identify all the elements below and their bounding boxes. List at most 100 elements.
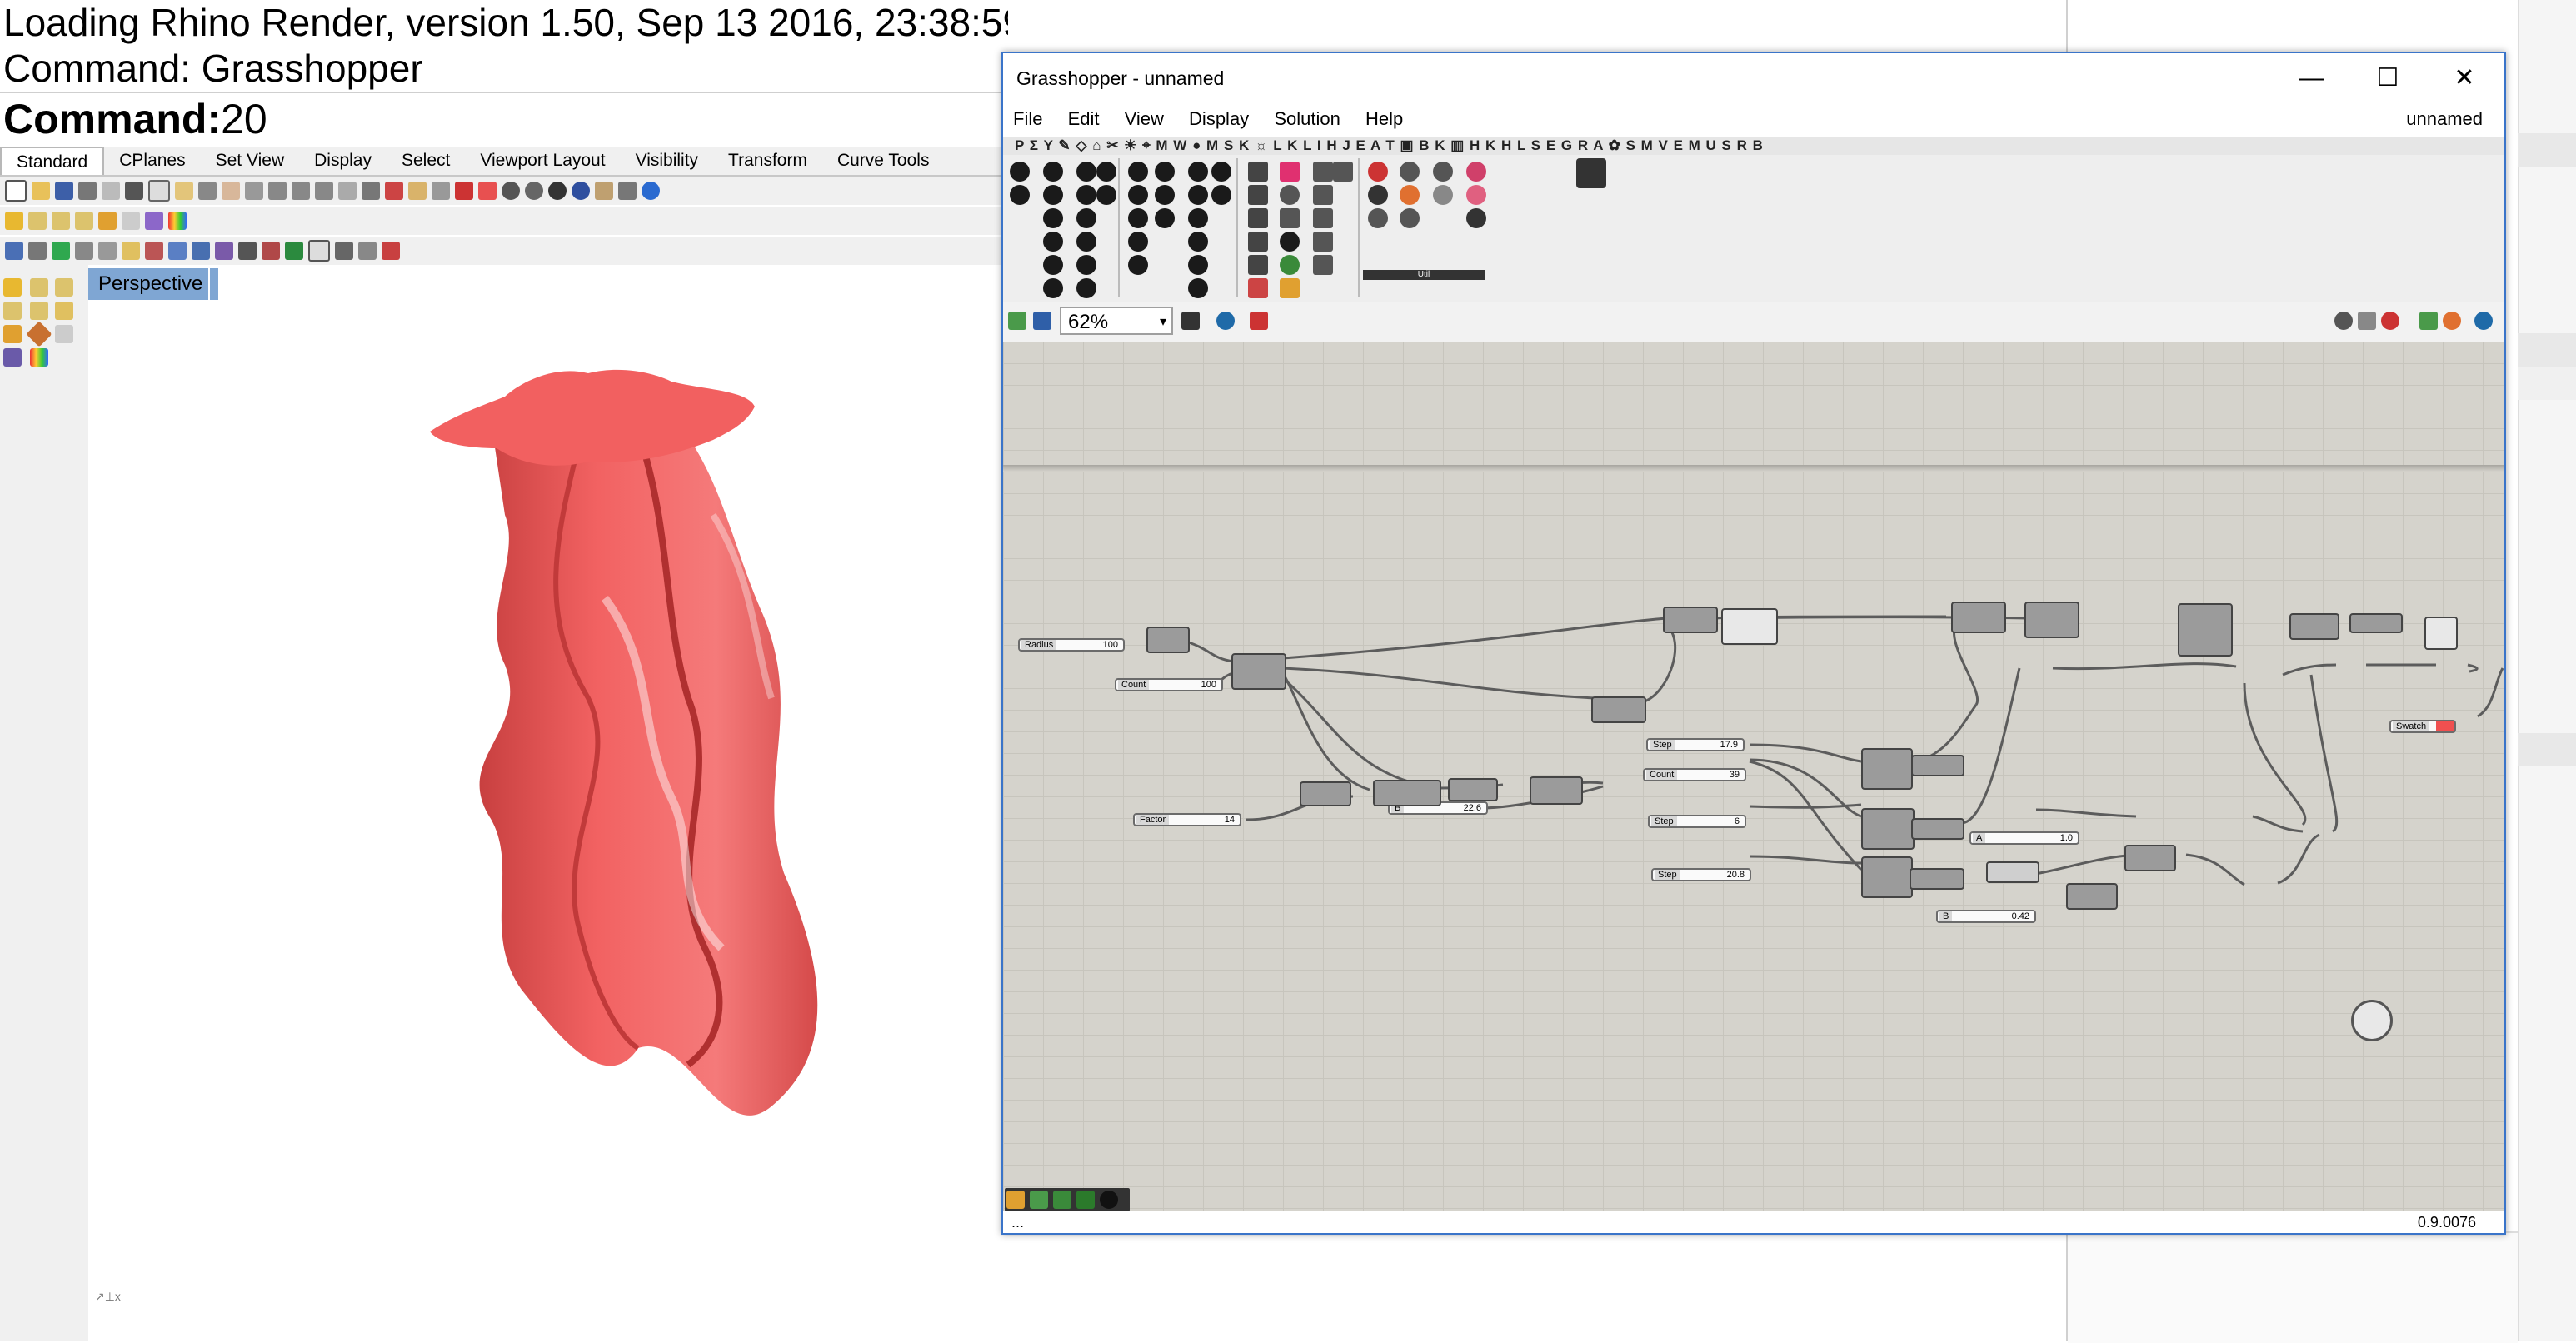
color-palette-icon[interactable] [168, 212, 187, 230]
extra-panel-icon[interactable] [1576, 158, 1606, 188]
settings-icon[interactable] [358, 242, 377, 260]
component-icon[interactable] [1313, 162, 1333, 182]
render-tools-icon[interactable] [192, 242, 210, 260]
arc-icon[interactable] [30, 302, 48, 320]
undo-icon[interactable] [198, 182, 217, 200]
sketch-icon[interactable] [1250, 312, 1268, 330]
menu-solution[interactable]: Solution [1264, 108, 1350, 129]
component-icon[interactable] [1368, 208, 1388, 228]
component-icon[interactable] [1211, 185, 1231, 205]
solid-tools-icon[interactable] [26, 321, 52, 347]
component-icon[interactable] [1188, 278, 1208, 298]
check-icon[interactable] [52, 242, 70, 260]
component-icon[interactable] [1400, 162, 1420, 182]
minimize-icon[interactable]: — [2278, 53, 2344, 103]
four-viewports-icon[interactable] [362, 182, 380, 200]
document-name[interactable]: unnamed [2396, 103, 2493, 135]
component-icon[interactable] [1188, 185, 1208, 205]
slider[interactable]: Step 17.9 [1646, 738, 1745, 751]
preview-selected-icon[interactable] [2419, 312, 2438, 330]
text-abc-icon[interactable] [122, 212, 140, 230]
zoom-icon[interactable] [268, 182, 287, 200]
grid-snap-icon[interactable] [408, 182, 427, 200]
component-icon[interactable] [1466, 185, 1486, 205]
close-toolbar-icon[interactable] [382, 242, 400, 260]
component-icon[interactable] [1248, 208, 1268, 228]
block-icon[interactable] [335, 242, 353, 260]
component-icon[interactable] [1400, 185, 1420, 205]
lock-object-icon[interactable] [75, 212, 93, 230]
preview-shaded-icon[interactable] [2381, 312, 2399, 330]
tab-curve-tools[interactable]: Curve Tools [822, 147, 945, 175]
component-icon[interactable] [1043, 162, 1063, 182]
slider[interactable]: Count 100 [1115, 678, 1223, 691]
graph-mapper-component[interactable] [2178, 603, 2233, 657]
menu-view[interactable]: View [1115, 108, 1174, 129]
component-icon[interactable] [1043, 255, 1063, 275]
component-icon[interactable] [1188, 208, 1208, 228]
print-icon[interactable] [78, 182, 97, 200]
component-icon[interactable] [1248, 255, 1268, 275]
component-icon[interactable] [1043, 185, 1063, 205]
polyline-icon[interactable] [55, 278, 73, 297]
widget-icon[interactable] [1053, 1191, 1071, 1209]
tab-select[interactable]: Select [387, 147, 465, 175]
component-icon[interactable] [1313, 208, 1333, 228]
open-file-icon[interactable] [1008, 312, 1026, 330]
division-component[interactable] [1910, 868, 1964, 890]
brep-component[interactable] [2349, 613, 2403, 633]
component-icon[interactable] [1280, 278, 1300, 298]
slider[interactable]: Factor 14 [1133, 813, 1241, 826]
component-icon[interactable] [1211, 162, 1231, 182]
function-component[interactable] [1911, 755, 1964, 776]
component-icon[interactable] [1248, 162, 1268, 182]
component-icon[interactable] [1280, 232, 1300, 252]
component-icon[interactable] [1400, 208, 1420, 228]
new-in-v6-icon[interactable] [238, 242, 257, 260]
component-icon[interactable] [1010, 162, 1030, 182]
component-icon[interactable] [1313, 185, 1333, 205]
canvas-navigation-icon[interactable] [2351, 1000, 2393, 1041]
component-icon[interactable] [1076, 208, 1096, 228]
tab-standard[interactable]: Standard [0, 147, 105, 175]
component-tab-strip[interactable]: P Σ Y ✎ ◇ ⌂ ✂ ☀ ⌖ M W ● M S K ☼ L K L I … [1003, 137, 2504, 155]
menu-edit[interactable]: Edit [1058, 108, 1110, 129]
cap-holes-component[interactable] [2289, 613, 2339, 640]
menu-display[interactable]: Display [1179, 108, 1259, 129]
widget-icon[interactable] [1076, 1191, 1095, 1209]
slider[interactable]: B 0.42 [1936, 910, 2036, 923]
component-icon[interactable] [1188, 162, 1208, 182]
lightbulb-off-icon[interactable] [52, 212, 70, 230]
wireframe-sphere-icon[interactable] [502, 182, 520, 200]
menu-file[interactable]: File [1003, 108, 1052, 129]
tab-cplanes[interactable]: CPlanes [104, 147, 200, 175]
component-icon[interactable] [1076, 162, 1096, 182]
zoom-dropdown[interactable]: 62% ▾ [1060, 307, 1173, 335]
command-value[interactable]: 20 [221, 96, 267, 142]
component-icon[interactable] [1248, 232, 1268, 252]
material-icon[interactable] [145, 212, 163, 230]
curve-edit-icon[interactable] [262, 242, 280, 260]
close-icon[interactable]: ✕ [2431, 53, 2498, 103]
component-icon[interactable] [1313, 255, 1333, 275]
lightbulb-on-icon[interactable] [28, 212, 47, 230]
viewport-title-tab[interactable]: Perspective [88, 268, 213, 300]
component-icon[interactable] [1128, 255, 1148, 275]
component-icon[interactable] [1043, 208, 1063, 228]
tab-display[interactable]: Display [299, 147, 387, 175]
options-icon[interactable] [595, 182, 613, 200]
component-icon[interactable] [1280, 185, 1300, 205]
text-tools-icon[interactable] [55, 325, 73, 343]
render-sphere-icon[interactable] [548, 182, 567, 200]
component-icon[interactable] [1010, 185, 1030, 205]
save-icon[interactable] [55, 182, 73, 200]
component-icon[interactable] [1280, 208, 1300, 228]
series-component[interactable] [1861, 748, 1913, 790]
component-icon[interactable] [1076, 278, 1096, 298]
addition-component[interactable] [2124, 845, 2176, 871]
component-icon[interactable] [1313, 232, 1333, 252]
custom-preview-component[interactable] [2424, 617, 2458, 650]
move-component[interactable] [1663, 607, 1718, 633]
loft-component[interactable] [2024, 602, 2079, 638]
command-line[interactable]: Command:20 [0, 92, 1008, 143]
